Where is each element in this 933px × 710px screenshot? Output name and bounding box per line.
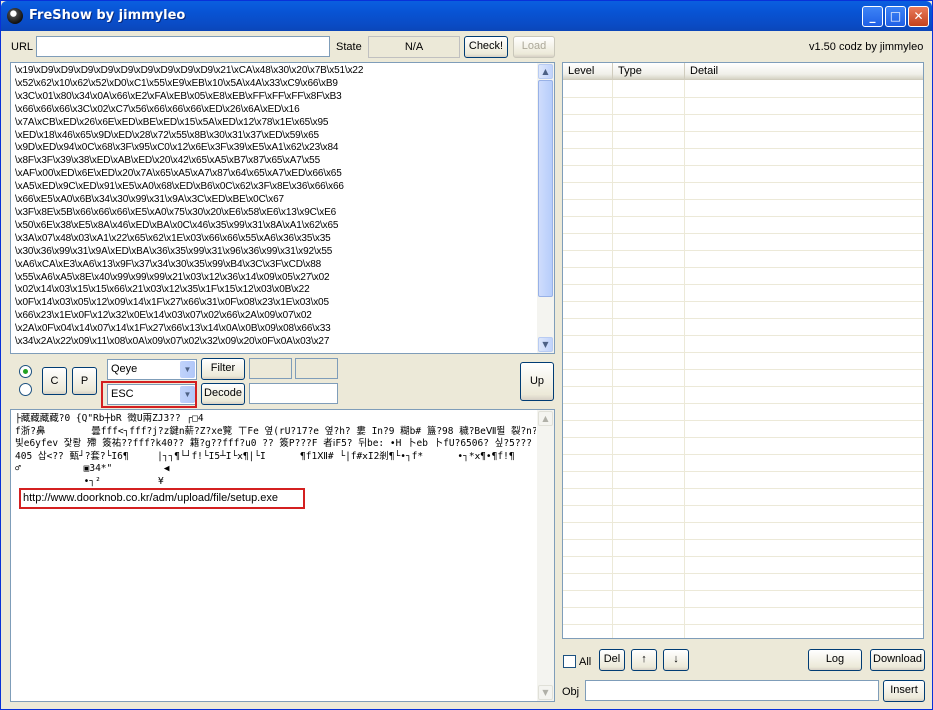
all-label: All bbox=[579, 656, 592, 668]
column-header-level[interactable]: Level bbox=[563, 63, 613, 80]
highlight-box-url bbox=[19, 488, 305, 509]
row-gridline bbox=[563, 216, 923, 217]
row-gridline bbox=[563, 573, 923, 574]
row-gridline bbox=[563, 556, 923, 557]
row-gridline bbox=[563, 165, 923, 166]
column-divider bbox=[684, 80, 685, 638]
row-gridline bbox=[563, 352, 923, 353]
row-gridline bbox=[563, 114, 923, 115]
row-gridline bbox=[563, 522, 923, 523]
arrow-down-icon: ↓ bbox=[673, 653, 679, 665]
encoding-select-value: Qeye bbox=[111, 363, 138, 375]
row-gridline bbox=[563, 420, 923, 421]
encoding-select[interactable]: Qeye ▼ bbox=[107, 359, 197, 380]
obj-label: Obj bbox=[562, 686, 580, 698]
maximize-icon: □ bbox=[889, 9, 902, 23]
decoded-garbled-text: ├藏藏藏藏?0 {Q"Rb┼bR 徵U兩ZJ3?? ┌□4 f浙?鼻 曇fff<… bbox=[15, 413, 536, 487]
app-icon bbox=[7, 8, 23, 24]
row-gridline bbox=[563, 131, 923, 132]
insert-button[interactable]: Insert bbox=[883, 680, 925, 702]
check-button[interactable]: Check! bbox=[464, 36, 508, 58]
column-header-type[interactable]: Type bbox=[613, 63, 685, 80]
column-divider bbox=[612, 80, 613, 638]
hex-text-area[interactable]: \x19\xD9\xD9\xD9\xD9\xD9\xD9\xD9\xD9\xD9… bbox=[10, 62, 555, 354]
move-up-button[interactable]: ↑ bbox=[631, 649, 657, 671]
state-value: N/A bbox=[368, 36, 460, 58]
highlight-box-method bbox=[101, 381, 197, 408]
all-checkbox[interactable] bbox=[563, 655, 576, 668]
load-button[interactable]: Load bbox=[513, 36, 555, 58]
row-gridline bbox=[563, 488, 923, 489]
row-gridline bbox=[563, 97, 923, 98]
url-label: URL bbox=[11, 41, 34, 53]
row-gridline bbox=[563, 386, 923, 387]
maximize-button[interactable]: □ bbox=[885, 6, 906, 27]
scroll-thumb[interactable] bbox=[538, 80, 553, 297]
chevron-down-icon[interactable]: ▼ bbox=[180, 361, 195, 378]
log-list-view[interactable]: Level Type Detail bbox=[562, 62, 924, 639]
list-header: Level Type Detail bbox=[563, 63, 923, 80]
row-gridline bbox=[563, 182, 923, 183]
close-button[interactable]: ✕ bbox=[908, 6, 929, 27]
state-label: State bbox=[336, 41, 362, 53]
row-gridline bbox=[563, 284, 923, 285]
row-gridline bbox=[563, 437, 923, 438]
delete-button[interactable]: Del bbox=[599, 649, 625, 671]
row-gridline bbox=[563, 471, 923, 472]
scroll-up-icon[interactable]: ▲ bbox=[538, 411, 553, 426]
decode-button[interactable]: Decode bbox=[201, 383, 245, 405]
url-input[interactable] bbox=[36, 36, 330, 57]
download-button[interactable]: Download bbox=[870, 649, 925, 671]
row-gridline bbox=[563, 233, 923, 234]
radio-option-1[interactable] bbox=[19, 365, 32, 378]
column-header-detail[interactable]: Detail bbox=[685, 63, 923, 80]
row-gridline bbox=[563, 267, 923, 268]
row-gridline bbox=[563, 607, 923, 608]
close-icon: ✕ bbox=[913, 9, 924, 23]
minimize-icon: _ bbox=[869, 9, 876, 23]
main-window: FreShow by jimmyleo _ □ ✕ URL State N/A … bbox=[0, 0, 933, 710]
scroll-down-icon[interactable]: ▼ bbox=[538, 685, 553, 700]
row-gridline bbox=[563, 403, 923, 404]
decoded-text-area[interactable]: ├藏藏藏藏?0 {Q"Rb┼bR 徵U兩ZJ3?? ┌□4 f浙?鼻 曇fff<… bbox=[10, 409, 555, 702]
c-button[interactable]: C bbox=[42, 367, 67, 395]
row-gridline bbox=[563, 301, 923, 302]
row-gridline bbox=[563, 505, 923, 506]
log-button[interactable]: Log bbox=[808, 649, 862, 671]
filter-field-2[interactable] bbox=[295, 358, 338, 379]
hex-text: \x19\xD9\xD9\xD9\xD9\xD9\xD9\xD9\xD9\xD9… bbox=[15, 65, 364, 348]
radio-option-2[interactable] bbox=[19, 383, 32, 396]
row-gridline bbox=[563, 454, 923, 455]
row-gridline bbox=[563, 250, 923, 251]
row-gridline bbox=[563, 335, 923, 336]
filter-button[interactable]: Filter bbox=[201, 358, 245, 380]
decoded-scrollbar[interactable]: ▲ ▼ bbox=[537, 410, 554, 701]
row-gridline bbox=[563, 148, 923, 149]
scroll-up-icon[interactable]: ▲ bbox=[538, 64, 553, 79]
minimize-button[interactable]: _ bbox=[862, 6, 883, 27]
row-gridline bbox=[563, 199, 923, 200]
window-title: FreShow by jimmyleo bbox=[29, 8, 186, 23]
decode-key-input[interactable] bbox=[249, 383, 338, 404]
up-button[interactable]: Up bbox=[520, 362, 554, 401]
p-button[interactable]: P bbox=[72, 367, 97, 395]
hex-scrollbar[interactable]: ▲ ▼ bbox=[537, 63, 554, 353]
filter-field-1[interactable] bbox=[249, 358, 292, 379]
row-gridline bbox=[563, 624, 923, 625]
version-label: v1.50 codz by jimmyleo bbox=[809, 41, 924, 53]
row-gridline bbox=[563, 318, 923, 319]
scroll-down-icon[interactable]: ▼ bbox=[538, 337, 553, 352]
row-gridline bbox=[563, 590, 923, 591]
arrow-up-icon: ↑ bbox=[641, 653, 647, 665]
title-bar[interactable]: FreShow by jimmyleo _ □ ✕ bbox=[1, 1, 932, 31]
obj-input[interactable] bbox=[585, 680, 879, 701]
row-gridline bbox=[563, 539, 923, 540]
move-down-button[interactable]: ↓ bbox=[663, 649, 689, 671]
row-gridline bbox=[563, 369, 923, 370]
